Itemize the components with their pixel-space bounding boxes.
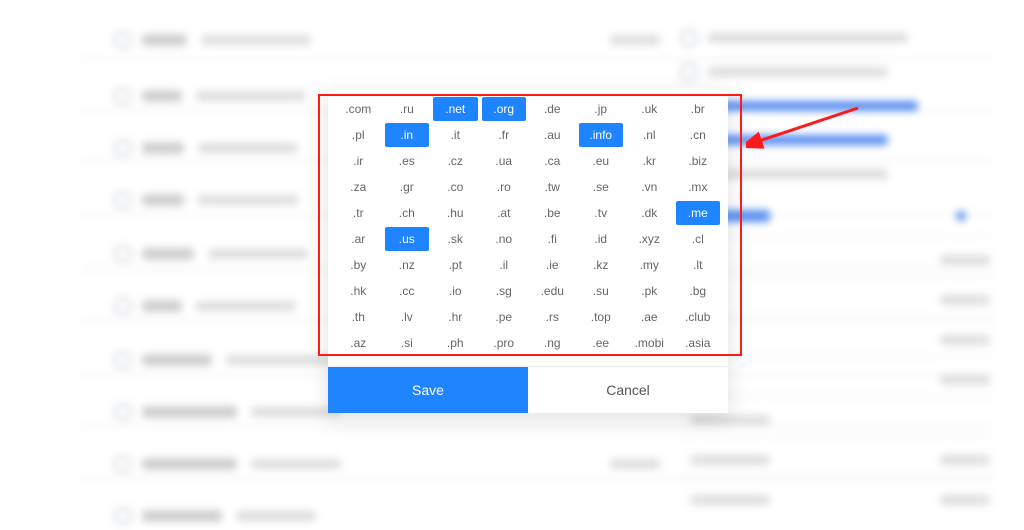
tld-option[interactable]: .ng (530, 331, 575, 355)
tld-option[interactable]: .us (385, 227, 430, 251)
tld-option[interactable]: .za (336, 175, 381, 199)
save-button[interactable]: Save (328, 367, 528, 413)
tld-option[interactable]: .pl (336, 123, 381, 147)
tld-option[interactable]: .top (579, 305, 624, 329)
tld-option[interactable]: .io (433, 279, 478, 303)
tld-option[interactable]: .pe (482, 305, 527, 329)
tld-option[interactable]: .by (336, 253, 381, 277)
tld-option[interactable]: .lt (676, 253, 721, 277)
tld-option[interactable]: .ie (530, 253, 575, 277)
tld-option[interactable]: .rs (530, 305, 575, 329)
tld-option[interactable]: .co (433, 175, 478, 199)
tld-option[interactable]: .edu (530, 279, 575, 303)
tld-option[interactable]: .fi (530, 227, 575, 251)
tld-option[interactable]: .ru (385, 97, 430, 121)
tld-option[interactable]: .sk (433, 227, 478, 251)
tld-option[interactable]: .info (579, 123, 624, 147)
tld-option[interactable]: .ar (336, 227, 381, 251)
tld-option[interactable]: .biz (676, 149, 721, 173)
cancel-button[interactable]: Cancel (528, 367, 728, 413)
tld-grid: .com.ru.net.org.de.jp.uk.br .pl.in.it.fr.… (328, 88, 728, 366)
tld-option[interactable]: .br (676, 97, 721, 121)
tld-option[interactable]: .eu (579, 149, 624, 173)
tld-option[interactable]: .hr (433, 305, 478, 329)
tld-option[interactable]: .au (530, 123, 575, 147)
tld-option[interactable]: .nz (385, 253, 430, 277)
tld-option[interactable]: .pt (433, 253, 478, 277)
tld-option[interactable]: .hk (336, 279, 381, 303)
tld-option[interactable]: .ch (385, 201, 430, 225)
tld-option[interactable]: .xyz (627, 227, 672, 251)
tld-option[interactable]: .pro (482, 331, 527, 355)
tld-option[interactable]: .tr (336, 201, 381, 225)
tld-option[interactable]: .cc (385, 279, 430, 303)
tld-option[interactable]: .id (579, 227, 624, 251)
tld-option[interactable]: .gr (385, 175, 430, 199)
tld-option[interactable]: .si (385, 331, 430, 355)
tld-option[interactable]: .me (676, 201, 721, 225)
tld-option[interactable]: .ua (482, 149, 527, 173)
tld-option[interactable]: .az (336, 331, 381, 355)
tld-option[interactable]: .at (482, 201, 527, 225)
tld-option[interactable]: .nl (627, 123, 672, 147)
tld-option[interactable]: .ro (482, 175, 527, 199)
tld-option[interactable]: .cn (676, 123, 721, 147)
tld-option[interactable]: .cz (433, 149, 478, 173)
tld-option[interactable]: .club (676, 305, 721, 329)
tld-option[interactable]: .in (385, 123, 430, 147)
tld-option[interactable]: .mx (676, 175, 721, 199)
tld-option[interactable]: .ca (530, 149, 575, 173)
tld-option[interactable]: .su (579, 279, 624, 303)
tld-option[interactable]: .lv (385, 305, 430, 329)
tld-option[interactable]: .pk (627, 279, 672, 303)
tld-option[interactable]: .kz (579, 253, 624, 277)
tld-option[interactable]: .vn (627, 175, 672, 199)
tld-option[interactable]: .uk (627, 97, 672, 121)
tld-option[interactable]: .de (530, 97, 575, 121)
tld-option[interactable]: .tv (579, 201, 624, 225)
tld-option[interactable]: .kr (627, 149, 672, 173)
tld-option[interactable]: .ae (627, 305, 672, 329)
tld-option[interactable]: .no (482, 227, 527, 251)
tld-option[interactable]: .es (385, 149, 430, 173)
tld-option[interactable]: .be (530, 201, 575, 225)
tld-option[interactable]: .net (433, 97, 478, 121)
tld-option[interactable]: .my (627, 253, 672, 277)
tld-option[interactable]: .org (482, 97, 527, 121)
tld-option[interactable]: .com (336, 97, 381, 121)
tld-option[interactable]: .fr (482, 123, 527, 147)
tld-selector-modal: .com.ru.net.org.de.jp.uk.br .pl.in.it.fr.… (328, 88, 728, 413)
tld-option[interactable]: .sg (482, 279, 527, 303)
tld-option[interactable]: .it (433, 123, 478, 147)
tld-option[interactable]: .ir (336, 149, 381, 173)
tld-option[interactable]: .cl (676, 227, 721, 251)
tld-option[interactable]: .mobi (627, 331, 672, 355)
tld-option[interactable]: .hu (433, 201, 478, 225)
tld-option[interactable]: .jp (579, 97, 624, 121)
tld-option[interactable]: .ee (579, 331, 624, 355)
tld-option[interactable]: .il (482, 253, 527, 277)
tld-option[interactable]: .ph (433, 331, 478, 355)
tld-option[interactable]: .tw (530, 175, 575, 199)
tld-option[interactable]: .bg (676, 279, 721, 303)
tld-option[interactable]: .se (579, 175, 624, 199)
tld-option[interactable]: .dk (627, 201, 672, 225)
tld-option[interactable]: .asia (676, 331, 721, 355)
modal-actions: Save Cancel (328, 366, 728, 413)
tld-option[interactable]: .th (336, 305, 381, 329)
